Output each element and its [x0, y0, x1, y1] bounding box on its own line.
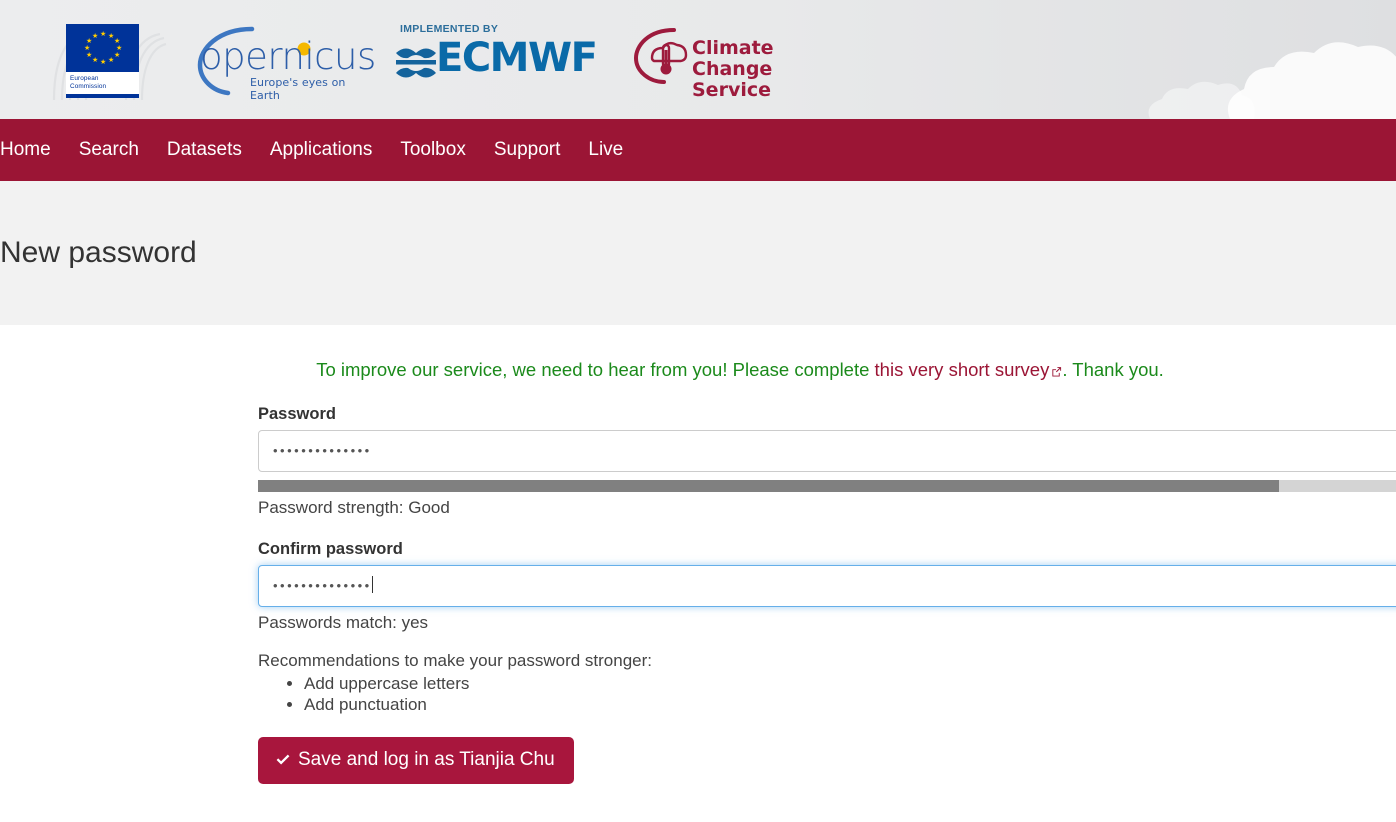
page-title: New password: [0, 236, 197, 269]
ecmwf-logo[interactable]: IMPLEMENTED BY ECMWF: [394, 21, 606, 99]
nav-item-applications[interactable]: Applications: [256, 119, 386, 181]
nav-item-home[interactable]: Home: [0, 119, 65, 181]
recommendations-list: Add uppercase letters Add punctuation: [258, 673, 1396, 715]
password-strength-text: Password strength: Good: [258, 498, 450, 517]
c3s-line1: Climate Change: [692, 36, 774, 80]
survey-text-before: To improve our service, we need to hear …: [316, 359, 875, 380]
survey-link[interactable]: this very short survey: [875, 359, 1063, 380]
confirm-password-masked-value: ••••••••••••••: [273, 578, 372, 593]
survey-banner: To improve our service, we need to hear …: [0, 359, 1396, 381]
c3s-line2: Service: [692, 78, 771, 101]
survey-link-text: this very short survey: [874, 359, 1050, 380]
password-masked-value: ••••••••••••••: [273, 443, 372, 458]
survey-text-after: . Thank you.: [1062, 359, 1164, 380]
password-strength-bar-fill: [258, 480, 1279, 492]
c3s-wordmark: Climate Change Service: [692, 36, 844, 101]
confirm-password-label: Confirm password: [258, 540, 403, 558]
external-link-icon: [1052, 367, 1062, 377]
c3s-thermometer-cloud-icon: [634, 27, 688, 84]
save-and-login-button[interactable]: Save and log in as Tianjia Chu: [258, 737, 574, 784]
recommendations-title: Recommendations to make your password st…: [258, 651, 653, 670]
nav-item-live[interactable]: Live: [574, 119, 637, 181]
eu-caption-line1: European: [70, 74, 99, 82]
list-item: Add punctuation: [304, 694, 1396, 715]
ecmwf-wordmark: ECMWF: [436, 34, 598, 81]
passwords-match-text: Passwords match: yes: [258, 613, 429, 632]
nav-list: Home Search Datasets Applications Toolbo…: [0, 119, 637, 181]
new-password-form: Password •••••••••••••• Password strengt…: [0, 405, 1396, 784]
nav-item-search[interactable]: Search: [65, 119, 153, 181]
eu-flag: ★ ★ ★ ★ ★ ★ ★ ★ ★ ★ ★ ★: [66, 23, 139, 72]
check-icon: [276, 754, 290, 765]
copernicus-wordmark: opernicus: [200, 34, 376, 78]
confirm-password-input[interactable]: ••••••••••••••: [258, 565, 1396, 607]
password-input[interactable]: ••••••••••••••: [258, 430, 1396, 472]
text-cursor: [371, 576, 373, 593]
copernicus-tagline: Europe's eyes on Earth: [250, 75, 346, 102]
save-button-label: Save and log in as Tianjia Chu: [298, 749, 555, 770]
climate-change-service-logo[interactable]: Climate Change Service: [634, 24, 844, 100]
ecmwf-implemented-by-label: IMPLEMENTED BY: [400, 22, 499, 35]
copernicus-logo[interactable]: opernicus Europe's eyes on Earth: [194, 21, 376, 102]
ecmwf-symbol-icon: [396, 48, 436, 77]
site-header-banner: ★ ★ ★ ★ ★ ★ ★ ★ ★ ★ ★ ★ European Commiss…: [0, 0, 1396, 119]
nav-item-toolbox[interactable]: Toolbox: [386, 119, 480, 181]
nav-item-support[interactable]: Support: [480, 119, 575, 181]
password-strength-bar-track: [258, 480, 1396, 492]
main-navigation-bar: Home Search Datasets Applications Toolbo…: [0, 119, 1396, 181]
password-label: Password: [258, 405, 336, 423]
page-title-band: New password: [0, 181, 1396, 325]
main-content: To improve our service, we need to hear …: [0, 325, 1396, 784]
european-commission-logo[interactable]: ★ ★ ★ ★ ★ ★ ★ ★ ★ ★ ★ ★ European Commiss…: [48, 14, 178, 106]
eu-caption-line2: Commission: [70, 82, 107, 90]
list-item: Add uppercase letters: [304, 673, 1396, 694]
nav-item-datasets[interactable]: Datasets: [153, 119, 256, 181]
eu-flag-box: ★ ★ ★ ★ ★ ★ ★ ★ ★ ★ ★ ★ European Commiss…: [66, 23, 139, 98]
